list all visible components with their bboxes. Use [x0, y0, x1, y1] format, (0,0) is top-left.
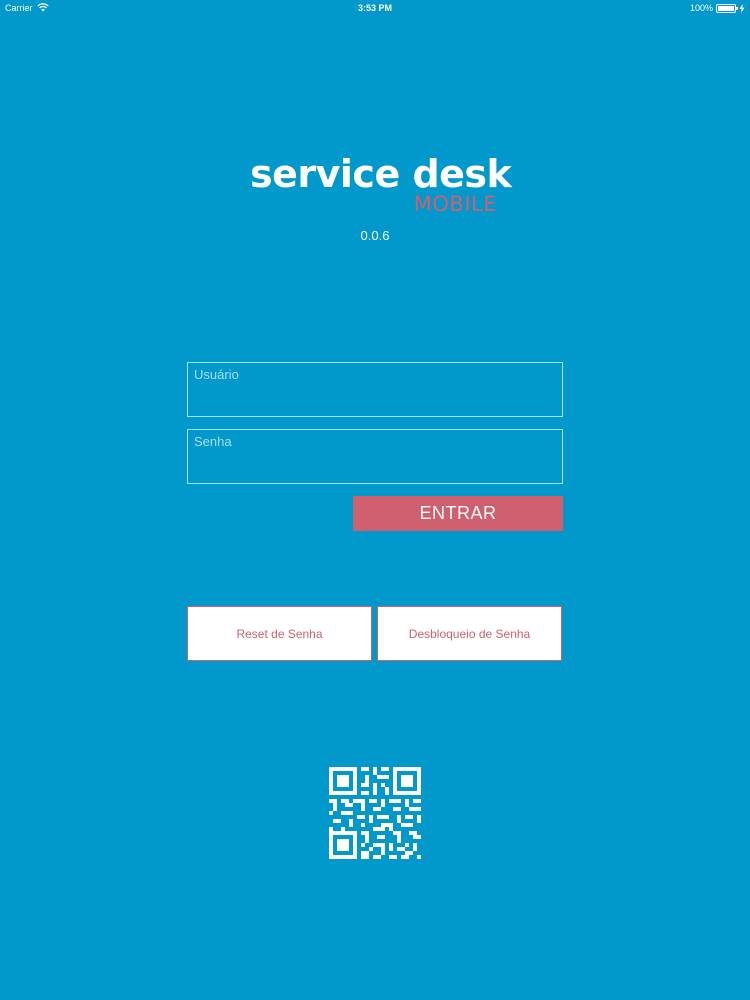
charging-bolt-icon — [739, 3, 745, 13]
reset-password-button[interactable]: Reset de Senha — [187, 606, 372, 661]
logo-main-text: service desk — [250, 152, 512, 196]
login-button[interactable]: ENTRAR — [353, 496, 563, 531]
qr-code-icon[interactable] — [329, 767, 421, 859]
password-input[interactable] — [188, 430, 562, 483]
logo-sub-text: MOBILE — [413, 192, 497, 216]
battery-percent: 100% — [689, 3, 713, 13]
app-logo: service desk MOBILE — [250, 152, 512, 218]
username-field[interactable]: Usuário — [187, 362, 563, 417]
username-input[interactable] — [188, 363, 562, 416]
status-bar: Carrier 3:53 PM 100% — [0, 0, 750, 16]
version-label: 0.0.6 — [360, 228, 390, 243]
battery-icon — [716, 3, 738, 13]
password-field[interactable]: Senha — [187, 429, 563, 484]
status-right: 100% — [690, 3, 745, 13]
clock-label: 3:53 PM — [357, 3, 392, 13]
unlock-password-button[interactable]: Desbloqueio de Senha — [377, 606, 562, 661]
